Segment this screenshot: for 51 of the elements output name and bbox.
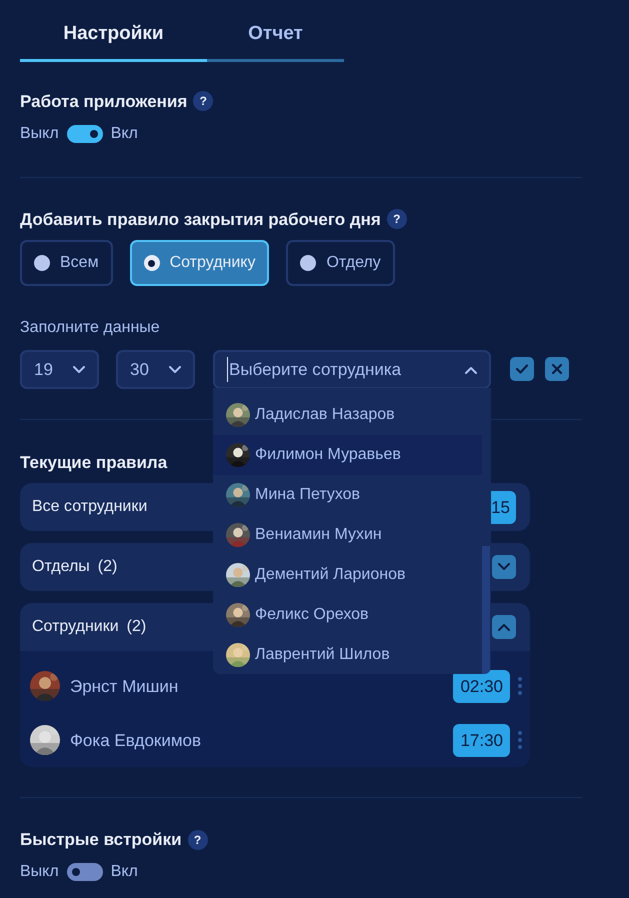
help-icon[interactable]: ? [188,830,208,850]
section-title: Добавить правило закрытия рабочего дня [20,208,381,230]
group-label: Сотрудники [32,617,119,638]
expand-button[interactable] [492,615,516,640]
toggle-switch[interactable] [66,862,103,880]
off-label: Выкл [20,862,59,882]
chevron-up-icon [498,623,510,632]
group-count: (2) [98,557,118,578]
scrollbar-thumb[interactable] [482,546,490,674]
dropdown-item[interactable]: Вениамин Мухин [213,515,482,555]
tab[interactable]: Настройки [20,18,207,62]
chevron-down-icon [73,366,85,374]
time-badge: 17:30 [453,724,510,757]
time-badge: 02:30 [453,670,510,703]
group-label: Все сотрудники [32,497,148,518]
section-title: Быстрые встройки [20,829,182,850]
chevron-up-icon [465,366,477,374]
confirm-button[interactable] [510,357,534,381]
chevron-down-icon [169,366,181,374]
off-label: Выкл [20,124,59,144]
section-title: Работа приложения [20,90,188,112]
expand-button[interactable] [492,555,516,580]
kebab-menu-icon[interactable] [518,730,522,750]
group-label: Отделы [32,557,90,578]
toggle-switch[interactable] [66,124,103,143]
dropdown-item[interactable]: Ладислав Назаров [213,395,482,435]
radio-option[interactable]: Всем [20,240,113,286]
cancel-button[interactable] [545,357,569,381]
dropdown-field[interactable]: 19 [20,350,99,389]
dropdown-item[interactable]: Мина Петухов [213,475,482,515]
dropdown-field[interactable]: 30 [116,350,195,389]
dropdown-item[interactable]: Филимон Муравьев [213,435,482,475]
on-label: Вкл [110,862,138,882]
kebab-menu-icon[interactable] [518,676,522,696]
employee-name: Фока Евдокимов [70,730,202,752]
radio-option[interactable]: Сотруднику [130,240,270,286]
dropdown-item[interactable]: Дементий Ларионов [213,555,482,595]
section-title: Текущие правила [20,452,168,474]
check-icon [515,363,529,375]
group-count: (2) [126,617,146,638]
radio-option[interactable]: Отделу [286,240,395,286]
employee-select-field[interactable]: Выберите сотрудника [213,350,491,389]
tab[interactable]: Отчет [207,18,344,62]
dropdown-item[interactable]: Феликс Орехов [213,595,482,635]
on-label: Вкл [110,124,138,144]
help-icon[interactable]: ? [193,91,214,112]
field-label: Заполните данные [20,318,160,338]
chevron-down-icon [498,563,510,572]
employee-name: Эрнст Мишин [70,676,180,698]
close-icon [551,363,563,375]
help-icon[interactable]: ? [386,209,407,230]
